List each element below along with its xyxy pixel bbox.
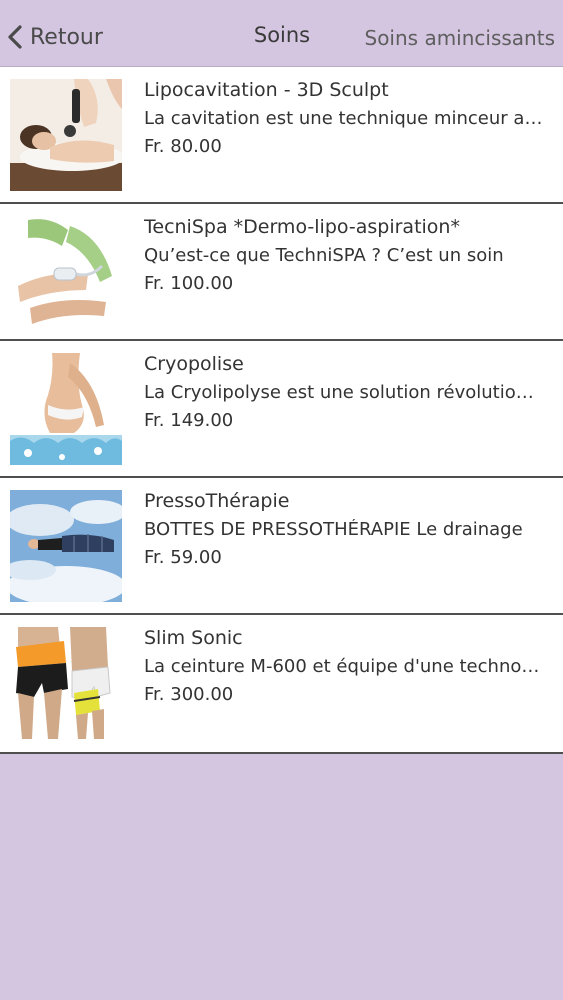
list-item[interactable]: Cryopolise La Cryolipolyse est une solut…	[0, 341, 563, 478]
list-item[interactable]: Lipocavitation - 3D Sculpt La cavitation…	[0, 67, 563, 204]
body-ice-image	[10, 353, 122, 465]
item-description: BOTTES DE PRESSOTHÉRAPIE Le drainage	[144, 519, 523, 540]
back-button[interactable]: Retour	[6, 20, 103, 54]
chevron-left-icon	[8, 25, 22, 49]
item-price: Fr. 100.00	[144, 273, 234, 294]
item-price: Fr. 80.00	[144, 136, 222, 157]
item-title: TecniSpa *Dermo-lipo-aspiration*	[144, 216, 460, 238]
item-description: La cavitation est une technique minceur …	[144, 108, 544, 129]
item-title: Slim Sonic	[144, 627, 243, 649]
item-title: PressoThérapie	[144, 490, 290, 512]
list-item[interactable]: TecniSpa *Dermo-lipo-aspiration* Qu’est-…	[0, 204, 563, 341]
item-title: Lipocavitation - 3D Sculpt	[144, 79, 389, 101]
category-title: Soins amincissants	[364, 26, 556, 50]
item-description: La ceinture M-600 et équipe d'une techno…	[144, 656, 544, 677]
item-price: Fr. 300.00	[144, 684, 234, 705]
page-title: Soins	[253, 23, 311, 47]
list-item[interactable]: Slim Sonic La ceinture M-600 et équipe d…	[0, 615, 563, 754]
item-description: La Cryolipolyse est une solution révolut…	[144, 382, 544, 403]
slim-belt-image	[10, 627, 122, 739]
item-description: Qu’est-ce que TechniSPA ? C’est un soin	[144, 245, 504, 266]
back-label: Retour	[30, 24, 103, 50]
leg-treatment-image	[10, 216, 122, 328]
massage-treatment-image	[10, 79, 122, 191]
item-title: Cryopolise	[144, 353, 244, 375]
list-item[interactable]: PressoThérapie BOTTES DE PRESSOTHÉRAPIE …	[0, 478, 563, 615]
item-price: Fr. 149.00	[144, 410, 234, 431]
item-price: Fr. 59.00	[144, 547, 222, 568]
nav-bar: Retour Soins Soins amincissants	[0, 0, 563, 67]
treatment-list: Lipocavitation - 3D Sculpt La cavitation…	[0, 67, 563, 754]
pressotherapy-boots-image	[10, 490, 122, 602]
